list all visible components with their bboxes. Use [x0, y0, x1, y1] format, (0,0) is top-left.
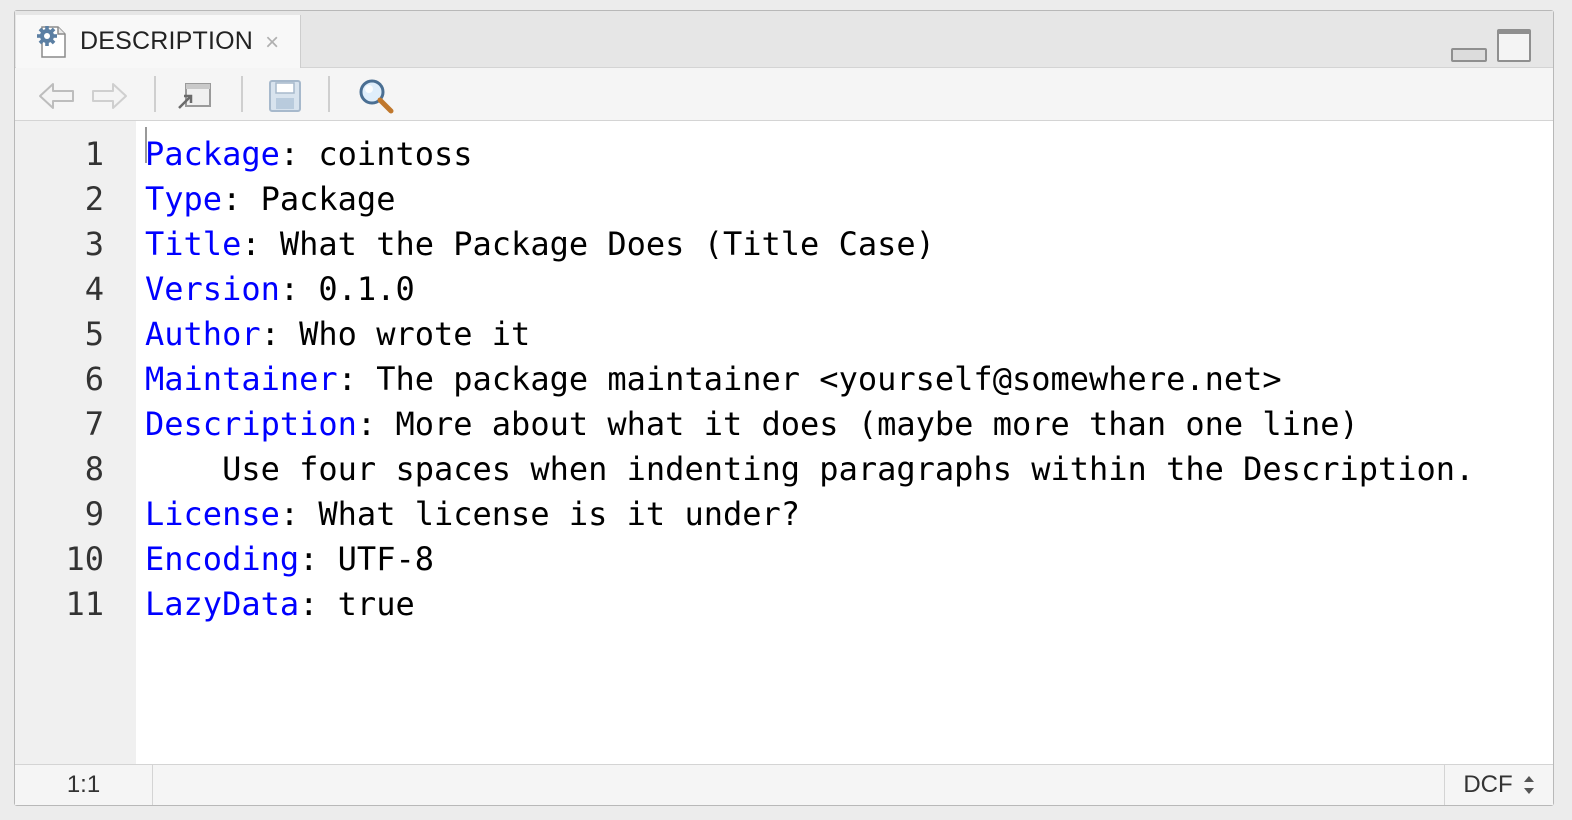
code-line[interactable]: Type: Package — [145, 177, 395, 222]
line-number: 3 — [84, 225, 104, 263]
line-number: 5 — [84, 315, 104, 353]
line-number: 4 — [84, 270, 104, 308]
field-key: Maintainer — [145, 360, 338, 398]
field-key: Package — [145, 135, 280, 173]
field-value: : cointoss — [279, 135, 473, 173]
code-line[interactable]: Version: 0.1.0 — [145, 267, 415, 312]
line-number: 11 — [65, 585, 104, 623]
back-arrow-icon[interactable] — [37, 76, 77, 116]
line-number: 9 — [84, 495, 104, 533]
file-type-selector[interactable]: DCF — [1444, 765, 1553, 805]
field-key: Encoding — [145, 540, 300, 578]
code-line[interactable]: Package: cointoss — [145, 132, 473, 177]
code-line[interactable]: Use four spaces when indenting paragraph… — [145, 447, 1474, 492]
field-key: Author — [145, 315, 261, 353]
window-controls — [1451, 29, 1531, 62]
editor-window: DESCRIPTION × 1 2 3 4 5 6 7 8 9 10 11 Pa… — [14, 10, 1554, 806]
minimize-icon[interactable] — [1451, 48, 1487, 62]
close-icon[interactable]: × — [265, 29, 279, 57]
line-number-gutter: 1 2 3 4 5 6 7 8 9 10 11 — [15, 121, 136, 764]
save-icon[interactable] — [265, 76, 305, 116]
field-value: : Package — [222, 180, 396, 218]
field-value: : Who wrote it — [260, 315, 531, 353]
text-cursor — [145, 127, 147, 163]
maximize-icon[interactable] — [1497, 29, 1531, 62]
code-line[interactable]: Description: More about what it does (ma… — [145, 402, 1359, 447]
file-type-label: DCF — [1463, 771, 1513, 798]
toolbar-separator — [154, 76, 156, 112]
line-number: 8 — [84, 450, 104, 488]
cursor-position[interactable]: 1:1 — [15, 765, 153, 805]
toolbar-separator — [328, 76, 330, 112]
code-editor[interactable]: 1 2 3 4 5 6 7 8 9 10 11 Package: cointoss Type: Pac… — [15, 121, 1553, 764]
line-number: 10 — [65, 540, 104, 578]
code-line[interactable]: LazyData: true — [145, 582, 415, 627]
field-key: LazyData — [145, 585, 300, 623]
field-key: Description — [145, 405, 357, 443]
field-value: : true — [299, 585, 415, 623]
code-line[interactable]: License: What license is it under? — [145, 492, 800, 537]
field-value: : More about what it does (maybe more th… — [356, 405, 1359, 443]
field-value: Use four spaces when indenting paragraph… — [145, 450, 1475, 488]
line-number: 7 — [84, 405, 104, 443]
gear-file-icon — [37, 25, 66, 58]
code-line[interactable]: Encoding: UTF-8 — [145, 537, 434, 582]
up-down-arrows-icon — [1523, 774, 1535, 796]
code-line[interactable]: Author: Who wrote it — [145, 312, 530, 357]
field-key: Title — [145, 225, 242, 263]
field-value: : What license is it under? — [279, 495, 801, 533]
tab-label: DESCRIPTION — [80, 27, 254, 55]
field-key: Type — [145, 180, 223, 218]
field-value: : 0.1.0 — [279, 270, 415, 308]
field-value: : What the Package Does (Title Case) — [241, 225, 935, 263]
toolbar-separator — [241, 76, 243, 112]
code-line[interactable]: Maintainer: The package maintainer <your… — [145, 357, 1282, 402]
status-bar: 1:1 DCF — [15, 764, 1553, 805]
field-key: License — [145, 495, 280, 533]
field-value: : UTF-8 — [299, 540, 434, 578]
line-number: 1 — [84, 135, 104, 173]
editor-toolbar — [15, 68, 1553, 121]
line-number: 2 — [84, 180, 104, 218]
forward-arrow-icon[interactable] — [89, 76, 129, 116]
field-value: : The package maintainer <yourself@somew… — [337, 360, 1282, 398]
show-in-window-icon[interactable] — [175, 76, 215, 116]
line-number: 6 — [84, 360, 104, 398]
search-icon[interactable] — [356, 76, 396, 116]
code-line[interactable]: Title: What the Package Does (Title Case… — [145, 222, 935, 267]
field-key: Version — [145, 270, 280, 308]
tab-description[interactable]: DESCRIPTION × — [16, 15, 301, 68]
tab-bar: DESCRIPTION × — [15, 11, 1553, 68]
